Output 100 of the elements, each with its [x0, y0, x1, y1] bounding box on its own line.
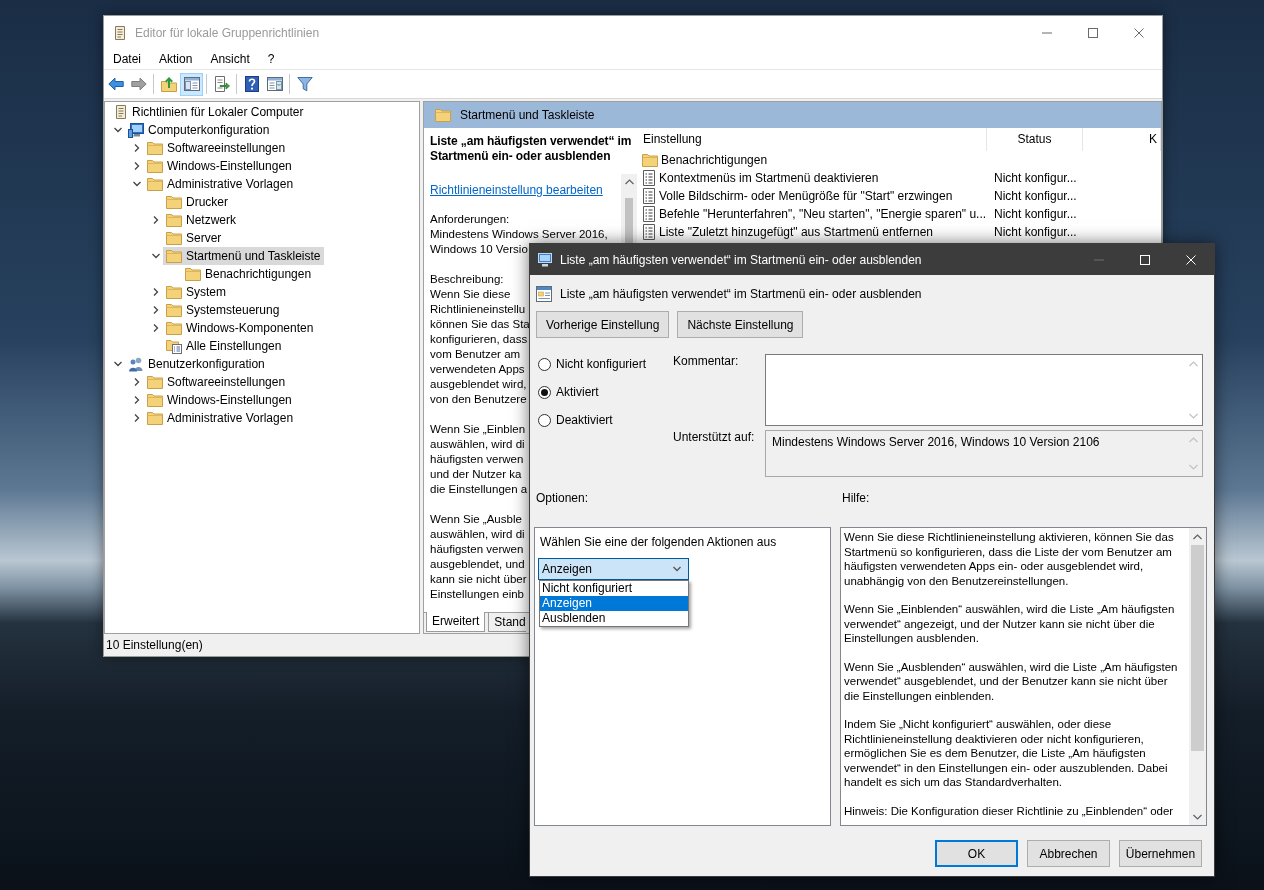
- chevron-icon[interactable]: [113, 359, 123, 369]
- field-label: Unterstützt auf:: [673, 430, 755, 444]
- close-icon: [1134, 27, 1144, 38]
- table-cell: Befehle "Herunterfahren", "Neu starten", "Energie sparen" u...: [659, 206, 987, 222]
- document-icon: [113, 24, 127, 41]
- chevron-icon[interactable]: [132, 179, 142, 189]
- tree-item[interactable]: Windows-Komponenten: [163, 319, 317, 337]
- folder-icon: [166, 195, 182, 209]
- dropdown-option[interactable]: Ausblenden: [540, 611, 688, 626]
- dropdown-option[interactable]: Anzeigen: [540, 596, 688, 611]
- maximize-icon: [1088, 27, 1098, 38]
- chevron-icon[interactable]: [113, 125, 123, 135]
- tree-item[interactable]: Server: [163, 229, 225, 247]
- chevron-icon[interactable]: [151, 251, 161, 261]
- tree-item[interactable]: Administrative Vorlagen: [144, 175, 297, 193]
- chevron-icon[interactable]: [151, 305, 161, 315]
- nav-button[interactable]: Nächste Einstellung: [677, 311, 804, 338]
- scrollbar-thumb[interactable]: [1191, 545, 1204, 751]
- radio-icon[interactable]: [538, 385, 551, 399]
- document-list-icon: [642, 206, 656, 222]
- tree-item[interactable]: Startmenü und Taskleiste: [163, 247, 324, 265]
- tree-item[interactable]: Benachrichtigungen: [182, 265, 315, 283]
- chevron-icon[interactable]: [132, 377, 142, 387]
- dropdown-option[interactable]: Nicht konfiguriert: [540, 581, 688, 596]
- back-arrow-icon: [107, 77, 124, 91]
- settings-list-icon: [166, 338, 182, 354]
- tree-item[interactable]: Computerkonfiguration: [125, 121, 273, 139]
- column-header[interactable]: Status: [987, 128, 1083, 151]
- view-tab[interactable]: Erweitert: [426, 612, 486, 632]
- window-title: Editor für lokale Gruppenrichtlinien: [135, 25, 320, 40]
- radio-option[interactable]: Deaktiviert: [538, 413, 613, 427]
- menu-item[interactable]: Ansicht: [201, 49, 259, 69]
- help-paragraph: Hinweis: Die Konfiguration dieser Richtlinie zu „Einblenden“ oder: [844, 803, 1175, 818]
- folder-icon: [642, 153, 658, 167]
- field-label: Kommentar:: [673, 354, 739, 368]
- dialog-button[interactable]: Abbrechen: [1027, 840, 1110, 867]
- folder-icon: [185, 267, 201, 281]
- tree-item[interactable]: Windows-Einstellungen: [144, 157, 295, 175]
- nav-button[interactable]: Vorherige Einstellung: [536, 311, 670, 338]
- scroll-down-icon[interactable]: [1193, 813, 1202, 820]
- dialog-button[interactable]: Übernehmen: [1119, 840, 1202, 867]
- options-prompt: Wählen Sie eine der folgenden Aktionen aus: [539, 535, 777, 550]
- description-text: Beschreibung: Wenn Sie diese Richtlinieneinstellu können Sie das Sta konfigurieren, dass vom Benutzer am verwendeten Apps ausgeblendet wird, von den Benutzere: [430, 272, 530, 407]
- folder-icon: [166, 303, 182, 317]
- column-header[interactable]: K: [1083, 128, 1161, 151]
- table-cell: Nicht konfigur...: [994, 170, 1077, 186]
- chevron-icon[interactable]: [151, 215, 161, 225]
- dialog-button[interactable]: OK: [935, 840, 1018, 867]
- tree-item[interactable]: Softwareeinstellungen: [144, 139, 289, 157]
- folder-icon: [147, 141, 163, 155]
- status-text: 10 Einstellung(en): [106, 638, 203, 652]
- chevron-icon[interactable]: [151, 323, 161, 333]
- document-arrow-icon: [213, 76, 230, 92]
- tree-item[interactable]: Alle Einstellungen: [163, 337, 285, 355]
- column-header[interactable]: Einstellung: [637, 128, 987, 151]
- tree-item[interactable]: Benutzerkonfiguration: [125, 355, 268, 373]
- menu-item[interactable]: ?: [258, 49, 284, 69]
- select-field[interactable]: Anzeigen: [538, 558, 689, 580]
- chevron-icon[interactable]: [132, 395, 142, 405]
- supported-on-field: Mindestens Windows Server 2016, Windows 10 Version 2106: [765, 430, 1203, 477]
- tree-item[interactable]: Systemsteuerung: [163, 301, 283, 319]
- tree-item[interactable]: Softwareeinstellungen: [144, 373, 289, 391]
- help-paragraph: Wenn Sie „Einblenden“ auswählen, wird die Liste „Am häufigsten verwendet“ angezeigt, und der Nutzer kann sie nicht über die Einstellungen ausblenden.: [844, 602, 1176, 646]
- minimize-icon: [1042, 31, 1052, 34]
- close-icon: [1186, 254, 1196, 265]
- tree-item[interactable]: Netzwerk: [163, 211, 239, 229]
- table-cell: Benachrichtigungen: [661, 152, 768, 168]
- view-tab[interactable]: Stand: [488, 613, 526, 632]
- folder-icon: [147, 411, 163, 425]
- help-paragraph: Wenn Sie „Ausblenden“ auswählen, wird die Liste „Am häufigsten verwendet“ ausgeblendet, und der Benutzer kann sie nicht über die Einstellungen einblenden.: [844, 659, 1179, 703]
- pane-header-title: Startmenü und Taskleiste: [460, 108, 595, 122]
- chevron-icon[interactable]: [132, 413, 142, 423]
- tree-item[interactable]: Richtlinien für Lokaler Computer: [111, 103, 307, 121]
- menu-item[interactable]: Aktion: [150, 49, 202, 69]
- scroll-up-icon[interactable]: [624, 179, 634, 185]
- scroll-up-icon[interactable]: [1193, 533, 1202, 540]
- tree-item[interactable]: Administrative Vorlagen: [144, 409, 297, 427]
- chevron-icon[interactable]: [132, 161, 142, 171]
- help-paragraph: Wenn Sie diese Richtlinieneinstellung aktivieren, können Sie das Startmenü so konfigurieren, dass die Liste der vom Benutzer am häufigsten verwendeten Apps ein- oder ausgeblendet wird, unabhängig von den Benutzereinstellungen.: [844, 530, 1175, 588]
- radio-option[interactable]: Nicht konfiguriert: [538, 357, 647, 371]
- chevron-icon[interactable]: [151, 287, 161, 297]
- folder-icon: [166, 231, 182, 245]
- tree-item[interactable]: Drucker: [163, 193, 231, 211]
- tree-item[interactable]: System: [163, 283, 229, 301]
- tree-item[interactable]: Windows-Einstellungen: [144, 391, 295, 409]
- document-icon: [114, 104, 128, 120]
- scrollbar-thumb[interactable]: [625, 198, 633, 244]
- radio-icon[interactable]: [538, 357, 551, 371]
- description-text: Wenn Sie „Ausble auswählen, wird di häufigsten verwen ausgeblendet, und kann sie nicht über Einstellungen einb: [430, 512, 527, 602]
- setting-heading: Liste „am häufigsten verwendet“ im Startmenü ein- oder ausblenden: [560, 287, 922, 301]
- section-label: Optionen:: [535, 491, 589, 505]
- radio-option[interactable]: Aktiviert: [538, 385, 599, 399]
- document-list-icon: [642, 188, 656, 204]
- toolbar-button[interactable]: [180, 72, 203, 96]
- chevron-icon[interactable]: [132, 143, 142, 153]
- edit-setting-link[interactable]: Richtlinieneinstellung bearbeiten: [430, 183, 603, 198]
- menu-item[interactable]: Datei: [104, 49, 150, 69]
- radio-icon[interactable]: [538, 413, 551, 427]
- dialog-title: Liste „am häufigsten verwendet“ im Startmenü ein- oder ausblenden: [560, 252, 922, 267]
- section-label: Hilfe:: [841, 491, 870, 505]
